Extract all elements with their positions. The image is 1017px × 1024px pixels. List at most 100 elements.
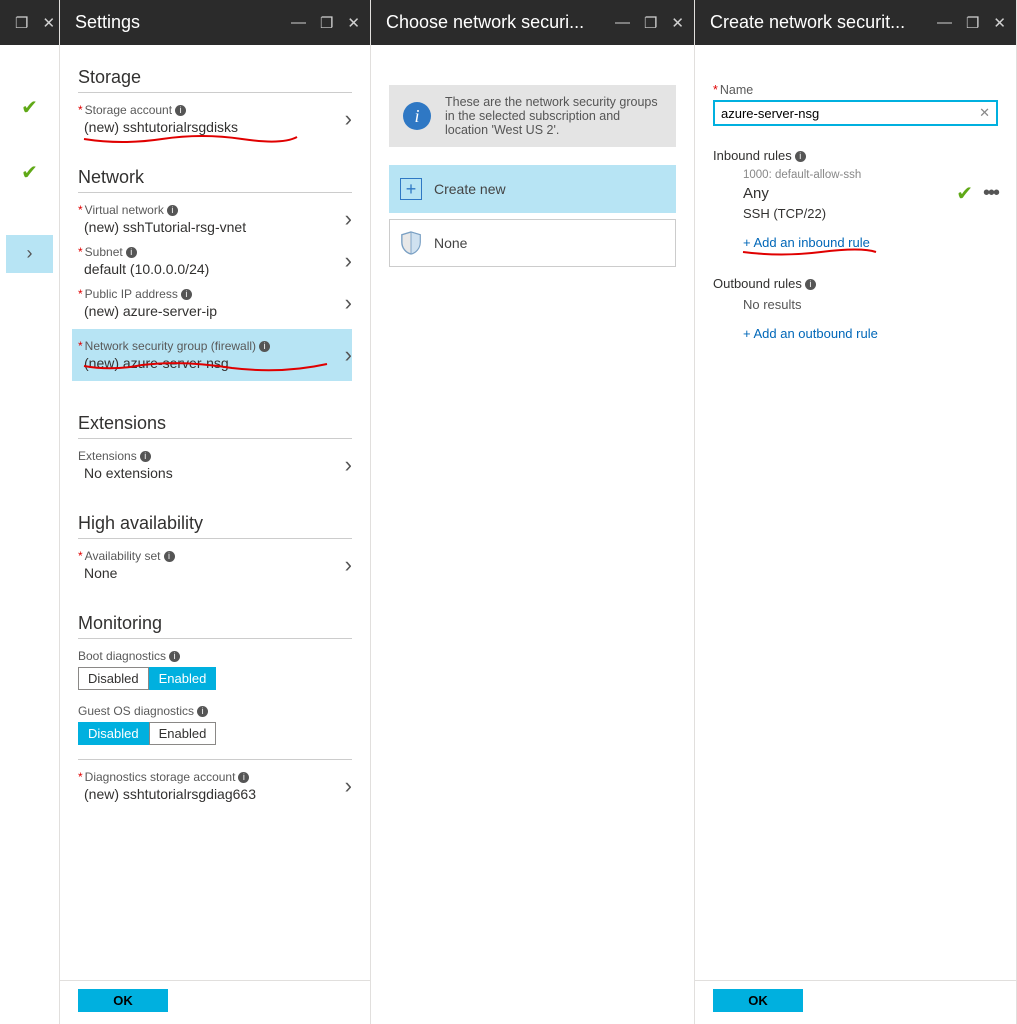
restore-icon[interactable]: ❐ [320, 14, 333, 32]
availability-set-label: Availability set [85, 549, 161, 563]
virtual-network-value: (new) sshTutorial-rsg-vnet [78, 217, 328, 235]
close-icon[interactable]: ✕ [993, 14, 1006, 32]
check-icon: ✔ [6, 95, 53, 120]
info-icon[interactable]: i [259, 341, 270, 352]
blade-title: Settings [75, 12, 291, 33]
subnet-value: default (10.0.0.0/24) [78, 259, 328, 277]
choose-nsg-body: i These are the network security groups … [371, 45, 694, 1024]
close-icon[interactable]: ✕ [671, 14, 684, 32]
restore-icon[interactable]: ❐ [15, 14, 28, 32]
rule-protocol: SSH (TCP/22) [743, 206, 998, 221]
minimize-icon[interactable]: — [615, 14, 630, 32]
storage-account-value: (new) sshtutorialrsgdisks [78, 117, 328, 135]
active-step-highlight: › [6, 235, 53, 273]
stub-header: ❐ ✕ [0, 0, 59, 45]
guest-diag-enabled[interactable]: Enabled [149, 722, 217, 745]
info-icon[interactable]: i [126, 247, 137, 258]
availability-set-value: None [78, 563, 328, 581]
shield-icon [400, 231, 422, 255]
virtual-network-label: Virtual network [85, 203, 164, 217]
rule-priority-name: 1000: default-allow-ssh [743, 169, 998, 181]
create-new-label: Create new [434, 181, 506, 197]
settings-footer: OK [60, 980, 370, 1024]
chevron-right-icon: › [345, 290, 352, 316]
nsg-row[interactable]: *Network security group (firewall)i (new… [72, 329, 352, 381]
subnet-row[interactable]: *Subneti default (10.0.0.0/24) › [78, 245, 352, 277]
info-icon[interactable]: i [169, 651, 180, 662]
choose-nsg-header: Choose network securi... — ❐ ✕ [371, 0, 694, 45]
minimize-icon[interactable]: — [937, 14, 952, 32]
diag-storage-row[interactable]: *Diagnostics storage accounti (new) ssht… [78, 770, 352, 802]
nsg-value: (new) azure-server-nsg [78, 353, 328, 371]
info-icon[interactable]: i [140, 451, 151, 462]
chevron-right-icon: › [6, 235, 53, 264]
settings-body: Storage *Storage accounti (new) sshtutor… [60, 45, 370, 1024]
info-icon[interactable]: i [795, 151, 806, 162]
none-option[interactable]: None [389, 219, 676, 267]
virtual-network-row[interactable]: *Virtual networki (new) sshTutorial-rsg-… [78, 203, 352, 235]
info-icon: i [403, 102, 431, 130]
info-icon[interactable]: i [197, 706, 208, 717]
restore-icon[interactable]: ❐ [644, 14, 657, 32]
section-network: Network [78, 145, 352, 193]
chevron-right-icon: › [345, 452, 352, 478]
minimize-icon[interactable]: — [291, 14, 306, 32]
diag-storage-value: (new) sshtutorialrsgdiag663 [78, 784, 328, 802]
more-icon[interactable]: ••• [983, 182, 998, 205]
blade-title: Choose network securi... [386, 12, 615, 33]
availability-set-row[interactable]: *Availability seti None › [78, 549, 352, 581]
name-input[interactable] [713, 100, 998, 126]
info-icon[interactable]: i [164, 551, 175, 562]
diag-storage-label: Diagnostics storage account [85, 770, 236, 784]
info-icon[interactable]: i [238, 772, 249, 783]
blade-title: Create network securit... [710, 12, 937, 33]
chevron-right-icon: › [345, 248, 352, 274]
boot-diag-toggle[interactable]: Disabled Enabled [78, 667, 352, 690]
close-icon[interactable]: ✕ [347, 14, 360, 32]
add-inbound-rule-link[interactable]: + Add an inbound rule [743, 235, 870, 250]
subnet-label: Subnet [85, 245, 123, 259]
settings-blade: Settings — ❐ ✕ Storage *Storage accounti… [60, 0, 371, 1024]
create-nsg-footer: OK [695, 980, 1016, 1024]
info-icon[interactable]: i [175, 105, 186, 116]
guest-diag-disabled[interactable]: Disabled [78, 722, 149, 745]
chevron-right-icon: › [345, 552, 352, 578]
rule-source: Any [743, 185, 769, 202]
add-outbound-rule-link[interactable]: + Add an outbound rule [743, 326, 878, 341]
boot-diag-disabled[interactable]: Disabled [78, 667, 149, 690]
name-label: Name [720, 83, 753, 97]
guest-diag-toggle[interactable]: Disabled Enabled [78, 722, 352, 745]
inbound-rule[interactable]: 1000: default-allow-ssh Any ✔ ••• SSH (T… [713, 169, 998, 221]
create-new-option[interactable]: + Create new [389, 165, 676, 213]
public-ip-label: Public IP address [85, 287, 178, 301]
info-icon[interactable]: i [167, 205, 178, 216]
ok-button[interactable]: OK [78, 989, 168, 1012]
public-ip-row[interactable]: *Public IP addressi (new) azure-server-i… [78, 287, 352, 319]
extensions-value: No extensions [78, 463, 328, 481]
guest-diag-label: Guest OS diagnostics [78, 704, 194, 718]
chevron-right-icon: › [345, 342, 352, 368]
check-icon: ✔ [6, 160, 53, 185]
create-nsg-blade: Create network securit... — ❐ ✕ *Name ✕ … [695, 0, 1017, 1024]
public-ip-value: (new) azure-server-ip [78, 301, 328, 319]
none-label: None [434, 235, 467, 251]
ok-button[interactable]: OK [713, 989, 803, 1012]
restore-icon[interactable]: ❐ [966, 14, 979, 32]
extensions-row[interactable]: Extensionsi No extensions › [78, 449, 352, 481]
boot-diag-label: Boot diagnostics [78, 649, 166, 663]
info-icon[interactable]: i [805, 279, 816, 290]
info-text: These are the network security groups in… [445, 95, 662, 137]
storage-account-row[interactable]: *Storage accounti (new) sshtutorialrsgdi… [78, 103, 352, 135]
section-monitoring: Monitoring [78, 591, 352, 639]
close-icon[interactable]: ✕ [42, 14, 55, 32]
check-icon: ✔ [956, 181, 973, 206]
outbound-heading: Outbound rules [713, 276, 802, 291]
choose-nsg-blade: Choose network securi... — ❐ ✕ i These a… [371, 0, 695, 1024]
nsg-label: Network security group (firewall) [85, 339, 256, 353]
clear-icon[interactable]: ✕ [979, 105, 990, 121]
chevron-right-icon: › [345, 106, 352, 132]
info-icon[interactable]: i [181, 289, 192, 300]
storage-account-label: Storage account [85, 103, 172, 117]
boot-diag-enabled[interactable]: Enabled [149, 667, 217, 690]
section-storage: Storage [78, 45, 352, 93]
